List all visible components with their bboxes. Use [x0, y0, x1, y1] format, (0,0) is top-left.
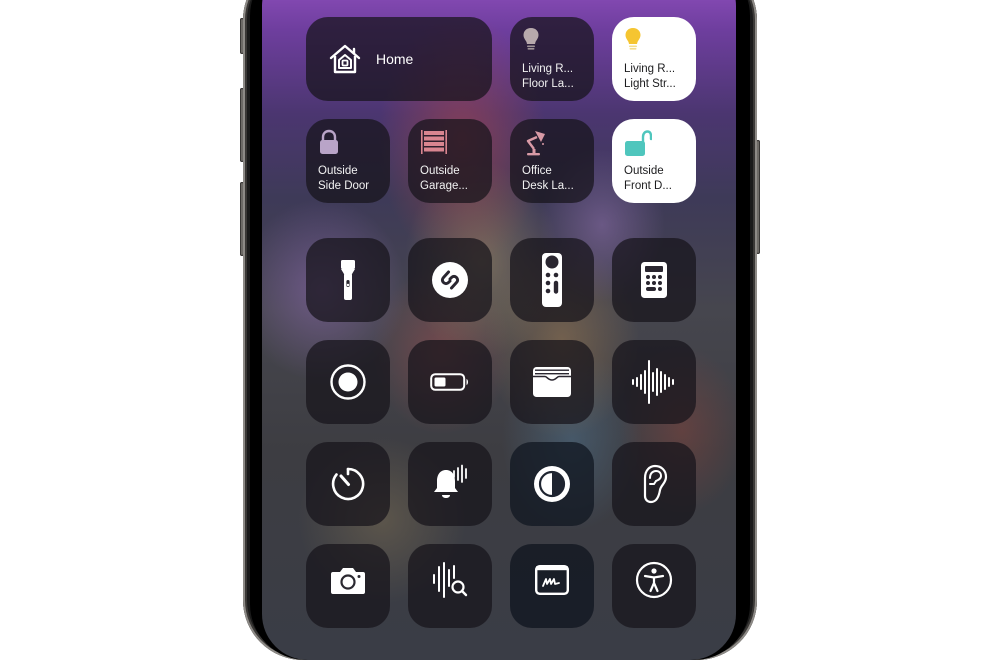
camera-button[interactable]: [306, 544, 390, 628]
shazam-button[interactable]: [408, 238, 492, 322]
accessory-label: Outside Front D...: [624, 165, 672, 192]
accessory-tile-outside-front-door[interactable]: Outside Front D...: [612, 119, 696, 203]
flashlight-button[interactable]: [306, 238, 390, 322]
quick-note-button[interactable]: [510, 544, 594, 628]
calculator-icon: [641, 262, 667, 298]
accessibility-shortcuts-button[interactable]: [612, 544, 696, 628]
shazam-icon: [431, 261, 469, 299]
remote-icon: [542, 253, 562, 307]
accessory-label: Living R... Floor La...: [522, 63, 574, 90]
dark-mode-button[interactable]: [510, 442, 594, 526]
waveform-icon: [631, 359, 677, 405]
sound-recognition-bell-icon: [430, 464, 470, 504]
screen-recording-button[interactable]: [306, 340, 390, 424]
accessory-label: Outside Garage...: [420, 165, 468, 192]
accessory-tile-office-desk-lamp[interactable]: Office Desk La...: [510, 119, 594, 203]
home-label: Home: [376, 51, 414, 67]
sound-recognition-button[interactable]: [408, 442, 492, 526]
apple-tv-remote-button[interactable]: [510, 238, 594, 322]
accessory-tile-living-room-light-strip[interactable]: Living R... Light Str...: [612, 17, 696, 101]
accessory-tile-living-room-floor-lamp[interactable]: Living R... Floor La...: [510, 17, 594, 101]
quick-note-icon: [535, 565, 569, 595]
battery-icon: [430, 373, 470, 391]
wallet-button[interactable]: [510, 340, 594, 424]
accessory-tile-outside-side-door[interactable]: Outside Side Door: [306, 119, 390, 203]
timer-button[interactable]: [306, 442, 390, 526]
desk-lamp-icon: [522, 129, 548, 157]
timer-icon: [330, 466, 366, 502]
waveform-search-icon: [432, 562, 468, 598]
unlock-icon: [624, 129, 652, 157]
accessory-label: Outside Side Door: [318, 165, 370, 192]
camera-icon: [330, 566, 366, 594]
home-button[interactable]: Home: [306, 17, 492, 101]
low-power-mode-button[interactable]: [408, 340, 492, 424]
voice-memos-button[interactable]: [612, 340, 696, 424]
accessibility-icon: [635, 561, 673, 599]
calculator-button[interactable]: [612, 238, 696, 322]
screen-record-icon: [329, 363, 367, 401]
dark-mode-icon: [533, 465, 571, 503]
garage-door-icon: [420, 129, 448, 155]
lightbulb-icon: [522, 27, 540, 53]
accessory-label: Living R... Light Str...: [624, 63, 676, 90]
home-icon: [328, 43, 362, 75]
lock-icon: [318, 129, 340, 155]
lightbulb-icon: [624, 27, 642, 53]
flashlight-icon: [341, 260, 355, 300]
ear-icon: [639, 464, 669, 504]
hearing-button[interactable]: [612, 442, 696, 526]
control-center-screen: Home Living R... Floor La... Living R... L…: [262, 0, 736, 660]
music-recognition-search-button[interactable]: [408, 544, 492, 628]
accessory-label: Office Desk La...: [522, 165, 574, 192]
wallet-icon: [532, 366, 572, 398]
accessory-tile-outside-garage[interactable]: Outside Garage...: [408, 119, 492, 203]
